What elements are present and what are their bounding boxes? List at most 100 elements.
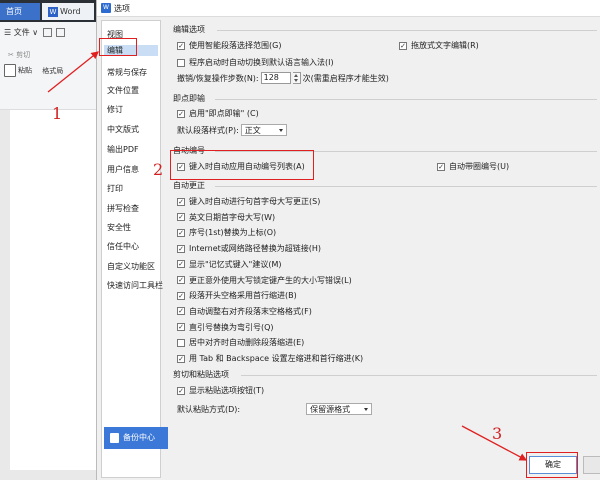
sidebar-item-trust-center[interactable]: 信任中心 — [107, 241, 139, 252]
sidebar-item-general-save[interactable]: 常规与保存 — [107, 67, 147, 78]
checkbox-checked-icon[interactable]: ✓ — [177, 109, 185, 118]
auto-correct-option[interactable]: 居中对齐时自动删除段落缩进(E) — [177, 337, 304, 348]
auto-correct-option[interactable]: ✓ Internet或网络路径替换为超链接(H) — [177, 243, 321, 254]
wps-logo-icon: W — [101, 3, 111, 13]
auto-circle-number-label: 自动带圈编号(U) — [449, 162, 510, 171]
checkbox-checked-icon[interactable]: ✓ — [177, 276, 185, 284]
checkbox-unchecked-icon[interactable] — [177, 338, 185, 347]
sidebar-item-spell-check[interactable]: 拼写检查 — [107, 203, 139, 214]
auto-correct-label: 居中对齐时自动删除段落缩进(E) — [189, 338, 305, 348]
auto-correct-label: 序号(1st)替换为上标(O) — [189, 228, 277, 238]
auto-correct-option[interactable]: ✓ 自动调整右对齐段落末空格格式(F) — [177, 306, 312, 317]
dialog-titlebar: W 选项 — [97, 0, 600, 17]
click-typing-option[interactable]: ✓ 启用"即点即输" (C) — [177, 108, 259, 119]
drag-text-option[interactable]: ✓ 拖放式文字编辑(R) — [399, 40, 479, 51]
word-icon: W — [48, 7, 58, 17]
dialog-title: 选项 — [114, 4, 130, 13]
sidebar-item-quick-access[interactable]: 快速访问工具栏 — [107, 280, 163, 291]
checkbox-checked-icon[interactable]: ✓ — [177, 386, 185, 395]
paste-icon — [4, 64, 16, 77]
auto-correct-label: 更正意外使用大写锁定键产生的大小写错误(L) — [189, 275, 352, 285]
ime-switch-option[interactable]: 程序启动时自动切换到默认语言输入法(I) — [177, 57, 334, 68]
section-title-cut-paste: 剪切和粘贴选项 — [173, 370, 229, 379]
document-page[interactable] — [10, 110, 96, 470]
undo-steps-label: 撤销/恢复操作步数(N): — [177, 73, 259, 83]
auto-correct-option[interactable]: ✓ 键入时自动进行句首字母大写更正(S) — [177, 196, 320, 207]
undo-steps-spinner[interactable] — [292, 72, 301, 84]
cut-button[interactable]: ✂ 剪切 — [8, 50, 93, 60]
checkbox-checked-icon[interactable]: ✓ — [177, 244, 185, 253]
show-paste-button-option[interactable]: ✓ 显示粘贴选项按钮(T) — [177, 385, 264, 396]
sidebar-item-security[interactable]: 安全性 — [107, 222, 131, 233]
paste-button[interactable]: 粘贴 格式局 — [4, 64, 63, 77]
checkbox-checked-icon[interactable]: ✓ — [177, 354, 185, 363]
open-icon[interactable] — [42, 28, 52, 37]
auto-correct-option[interactable]: ✓ 段落开头空格采用首行缩进(B) — [177, 290, 297, 301]
checkbox-checked-icon[interactable]: ✓ — [177, 228, 185, 237]
undo-steps-input[interactable]: 128 — [260, 72, 291, 84]
default-paste-value: 保留源格式 — [310, 404, 351, 414]
save-icon[interactable] — [55, 28, 65, 37]
checkbox-checked-icon[interactable]: ✓ — [177, 260, 185, 269]
section-divider — [241, 375, 597, 376]
sidebar-item-print[interactable]: 打印 — [107, 183, 123, 194]
backup-center-label: 备份中心 — [123, 433, 155, 442]
checkbox-checked-icon[interactable]: ✓ — [177, 323, 185, 332]
undo-steps-row: 撤销/恢复操作步数(N): 128 次(需重启程序才能生效) — [177, 72, 389, 84]
sidebar-item-customize-ribbon[interactable]: 自定义功能区 — [107, 261, 155, 272]
sidebar-item-user-info[interactable]: 用户信息 — [107, 164, 139, 175]
auto-correct-option[interactable]: ✓ 显示"记忆式键入"建议(M) — [177, 259, 282, 270]
section-divider — [215, 99, 597, 100]
annotation-step-2: 2 — [153, 160, 164, 179]
auto-circle-number-option[interactable]: ✓ 自动带圈编号(U) — [437, 161, 509, 172]
auto-correct-label: 键入时自动进行句首字母大写更正(S) — [189, 197, 321, 206]
smart-select-option[interactable]: ✓ 使用智能段落选择范围(G) — [177, 40, 281, 51]
auto-correct-option[interactable]: ✓ 用 Tab 和 Backspace 设置左缩进和首行缩进(K) — [177, 353, 363, 364]
sidebar-item-chinese-layout[interactable]: 中文版式 — [107, 124, 139, 135]
annotation-step-1: 1 — [52, 104, 63, 123]
drag-text-label: 拖放式文字编辑(R) — [411, 41, 479, 50]
file-menu[interactable]: ☰ 文件 ∨ — [4, 27, 67, 38]
auto-correct-label: 自动调整右对齐段落末空格格式(F) — [189, 306, 312, 316]
checkbox-checked-icon[interactable]: ✓ — [437, 162, 445, 171]
show-paste-button-label: 显示粘贴选项按钮(T) — [189, 386, 265, 395]
default-paste-select[interactable]: 保留源格式 — [306, 403, 373, 415]
section-divider — [217, 30, 597, 31]
format-painter-label[interactable]: 格式局 — [42, 67, 63, 75]
file-menu-label: ☰ 文件 ∨ — [4, 28, 39, 37]
checkbox-checked-icon[interactable]: ✓ — [177, 41, 185, 50]
default-paste-row: 默认粘贴方式(D): 保留源格式 — [177, 403, 373, 415]
auto-correct-label: 直引号替换为弯引号(Q) — [189, 322, 274, 332]
section-divider — [215, 186, 597, 187]
auto-correct-option[interactable]: ✓ 更正意外使用大写锁定键产生的大小写错误(L) — [177, 275, 352, 286]
checkbox-checked-icon[interactable]: ✓ — [177, 307, 185, 316]
tab-home[interactable]: 首页 — [0, 3, 40, 20]
sidebar-item-revision[interactable]: 修订 — [107, 104, 123, 115]
cancel-button[interactable] — [583, 456, 600, 474]
sidebar-item-output-pdf[interactable]: 输出PDF — [107, 144, 139, 155]
checkbox-checked-icon[interactable]: ✓ — [177, 213, 185, 222]
backup-icon — [110, 432, 119, 443]
auto-correct-option[interactable]: ✓ 直引号替换为弯引号(Q) — [177, 322, 274, 333]
smart-select-label: 使用智能段落选择范围(G) — [189, 41, 282, 50]
backup-center-button[interactable]: 备份中心 — [104, 427, 168, 449]
default-style-select[interactable]: 正文 — [240, 124, 287, 136]
checkbox-checked-icon[interactable]: ✓ — [177, 291, 185, 300]
checkbox-checked-icon[interactable]: ✓ — [177, 197, 185, 206]
tab-word-label: Word — [60, 7, 81, 16]
undo-steps-note: 次(需重启程序才能生效) — [302, 73, 389, 83]
checkbox-unchecked-icon[interactable] — [177, 58, 185, 67]
auto-correct-option[interactable]: ✓ 序号(1st)替换为上标(O) — [177, 227, 276, 238]
annotation-box-ok — [526, 452, 578, 478]
default-paste-label: 默认粘贴方式(D): — [177, 404, 241, 414]
paste-label: 粘贴 — [18, 66, 32, 75]
tab-word[interactable]: W Word — [42, 3, 94, 20]
auto-correct-label: 英文日期首字母大写(W) — [189, 212, 276, 222]
section-title-click-typing: 即点即输 — [173, 94, 205, 103]
auto-correct-label: Internet或网络路径替换为超链接(H) — [189, 244, 322, 254]
auto-correct-option[interactable]: ✓ 英文日期首字母大写(W) — [177, 212, 275, 223]
sidebar-item-file-location[interactable]: 文件位置 — [107, 85, 139, 96]
checkbox-checked-icon[interactable]: ✓ — [399, 41, 407, 50]
options-dialog: W 选项 视图 编辑 常规与保存 文件位置 修订 中文版式 输出PDF 用户信息… — [96, 0, 600, 480]
auto-correct-label: 显示"记忆式键入"建议(M) — [189, 259, 282, 269]
